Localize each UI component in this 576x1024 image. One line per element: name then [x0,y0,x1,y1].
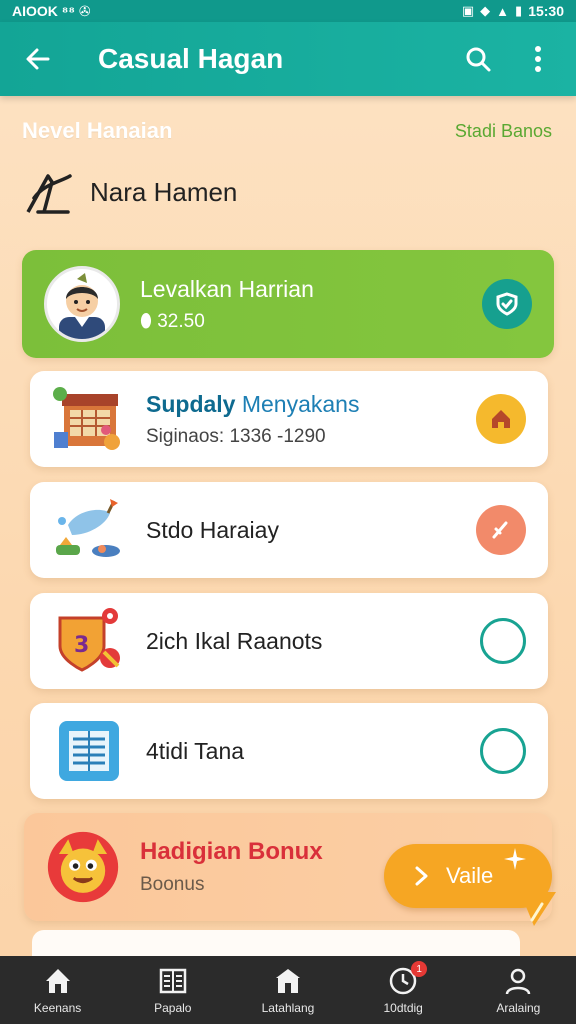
task-card-level[interactable]: Levalkan Harrian ⬮ 32.50 [22,250,554,358]
section-title: Nevel Hanaian [22,118,173,143]
card-title: 2ich Ikal Raanots [146,627,323,654]
more-options-icon[interactable] [518,39,558,79]
card-title: Levalkan Harrian [140,275,314,302]
nav-label: 10dtdig [383,1001,423,1015]
nav-item-activity[interactable]: 1 10dtdig [353,961,453,1015]
wifi-icon: ◆ [480,3,491,18]
nav-label: Aralaing [496,1001,541,1015]
bottom-nav: Keenans Papalo Latahlang 1 10dtdig Arala… [0,956,576,1024]
badge-shield-icon: 3 [52,604,126,678]
section-header: Nevel Hanaian Stadi Banos [22,116,552,146]
mascot-icon [46,830,120,904]
store-icon [273,965,303,997]
task-card-raanots[interactable]: 3 2ich Ikal Raanots [30,593,548,689]
shop-icon [52,382,126,456]
battery-icon: ▮ [515,3,523,18]
status-time: 15:30 [528,3,564,19]
search-icon[interactable] [458,39,498,79]
back-arrow-icon[interactable] [18,39,58,79]
nav-item-store[interactable]: Latahlang [238,965,338,1015]
nav-label: Papalo [154,1001,192,1015]
nav-label: Keenans [33,1001,82,1015]
card-subtitle: Siginaos: 1336 -1290 [146,425,326,447]
edit-status-icon[interactable] [476,505,526,555]
user-row: Nara Hamen [24,168,237,216]
book-icon [158,965,188,997]
incomplete-circle-icon[interactable] [480,728,526,774]
svg-text:3: 3 [74,633,89,658]
document-list-icon [52,714,126,788]
home-status-icon[interactable] [476,394,526,444]
sim-icon: ▣ [461,3,475,18]
card-text: Stdo Haraiay [146,517,476,544]
app-bar: Casual Hagan [0,22,576,96]
sparkle-icon [504,848,526,870]
coin-amount: 32.50 [157,310,205,332]
profile-icon [503,965,533,997]
task-card-supply[interactable]: Supdaly Menyakans Siginaos: 1336 -1290 [30,371,548,467]
fab-tail-decoration [520,892,556,926]
notification-badge: 1 [411,961,428,977]
card-text: 2ich Ikal Raanots [146,628,480,655]
avatar [44,266,120,342]
card-title: Stdo Haraiay [146,516,279,543]
card-title: 4tidi Tana [146,737,245,764]
card-title: Supdaly Menyakans [146,390,360,417]
home-icon [43,965,73,997]
fab-label: Vaile [446,863,494,888]
section-link[interactable]: Stadi Banos [455,121,552,142]
page-title: Casual Hagan [98,43,284,74]
nav-item-home[interactable]: Keenans [8,965,108,1015]
card-text: 4tidi Tana [146,738,480,765]
coin-icon: ⬮ [140,310,152,332]
nav-item-profile[interactable]: Aralaing [468,965,568,1015]
task-card-studio[interactable]: Stdo Haraiay [30,482,548,578]
value-fab-button[interactable]: Vaile [384,844,556,926]
status-bar: AIOOK ⁸⁸ ✇ ▣ ◆ ▲ ▮ 15:30 [0,0,576,22]
nav-item-book[interactable]: Papalo [123,965,223,1015]
status-icons: ▣ ◆ ▲ ▮ 15:30 [462,3,564,19]
task-card-tana[interactable]: 4tidi Tana [30,703,548,799]
signal-icon: ▲ [496,3,510,19]
card-text: Supdaly Menyakans Siginaos: 1336 -1290 [146,391,476,448]
incomplete-circle-icon[interactable] [480,618,526,664]
card-subtitle: ⬮ 32.50 [140,311,482,333]
shield-check-icon[interactable] [482,279,532,329]
rocket-craft-icon [52,493,126,567]
card-text: Levalkan Harrian ⬮ 32.50 [140,276,482,333]
user-name: Nara Hamen [90,176,238,207]
nav-label: Latahlang [261,1001,315,1015]
status-left-text: AIOOK ⁸⁸ ✇ [12,2,91,19]
chevron-right-icon [415,866,428,886]
user-logo-icon [26,174,72,214]
